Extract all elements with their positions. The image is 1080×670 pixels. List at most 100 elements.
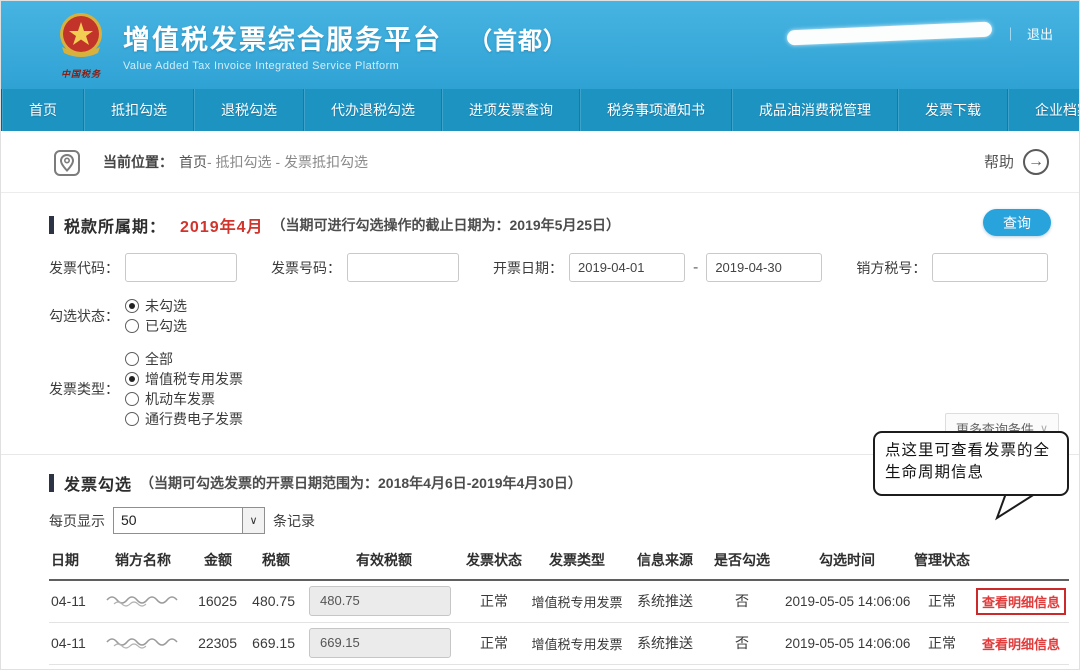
nav-item-home[interactable]: 首页 [2, 89, 84, 131]
nav-item-invoice-download[interactable]: 发票下载 [898, 89, 1008, 131]
section-bar [49, 216, 54, 234]
invoice-type-option-2[interactable]: 机动车发票 [125, 389, 243, 409]
region-label: （首都） [468, 21, 568, 56]
col-effective-tax: 有效税额 [305, 544, 463, 580]
date-to-input[interactable] [706, 253, 822, 282]
breadcrumb-home-link[interactable]: 首页 [179, 152, 207, 172]
nav-item-agency-refund-check[interactable]: 代办退税勾选 [304, 89, 442, 131]
nav-item-deduction-check[interactable]: 抵扣勾选 [84, 89, 194, 131]
col-invoice-status: 发票状态 [463, 544, 525, 580]
invoice-check-note: （当期可勾选发票的开票日期范围为：2018年4月6日-2019年4月30日） [140, 473, 582, 493]
cell-check-time: 2019-05-05 14:06:06 [783, 580, 911, 622]
cell-tax: 1169.4 [247, 664, 305, 670]
radio-unchecked-icon[interactable] [125, 412, 139, 426]
vat-invoice-platform-page: 中国税务 增值税发票综合服务平台 （首都） Value Added Tax In… [0, 0, 1080, 670]
cell-source: 系统推送 [629, 622, 701, 664]
invoice-check-title: 发票勾选 [64, 471, 132, 495]
cell-seller-masked [97, 622, 189, 664]
filter-section: 税款所属期： 2019年4月 （当期可进行勾选操作的截止日期为：2019年5月2… [1, 193, 1079, 455]
radio-unchecked-icon[interactable] [125, 352, 139, 366]
nav-item-input-invoice-query[interactable]: 进项发票查询 [442, 89, 580, 131]
invoice-type-option-1[interactable]: 增值税专用发票 [125, 369, 243, 389]
cell-amount: 16025 [189, 580, 247, 622]
tax-emblem-logo: 中国税务 [53, 11, 109, 80]
col-check-time: 勾选时间 [783, 544, 911, 580]
cell-invoice-type: 增值税专用发票 [525, 664, 629, 670]
col-tax: 税额 [247, 544, 305, 580]
masked-seller-scribble [104, 634, 182, 650]
nav-item-tax-notice[interactable]: 税务事项通知书 [580, 89, 732, 131]
nav-item-company-archive[interactable]: 企业档案信息 [1008, 89, 1080, 131]
page-size-row: 每页显示 50 ∨ 条记录 [41, 507, 1059, 534]
effective-tax-input[interactable]: 669.15 [309, 628, 451, 658]
invoice-code-label: 发票代码： [49, 258, 119, 278]
invoice-number-label: 发票号码： [271, 258, 341, 278]
main-nav: 首页 抵扣勾选 退税勾选 代办退税勾选 进项发票查询 税务事项通知书 成品油消费… [1, 89, 1079, 131]
cell-invoice-status: 正常 [463, 622, 525, 664]
date-from-input[interactable] [569, 253, 685, 282]
breadcrumb-path: - 抵扣勾选 - 发票抵扣勾选 [207, 152, 368, 172]
cell-amount: 22305 [189, 622, 247, 664]
select-dropdown-icon: ∨ [242, 508, 264, 533]
help-button[interactable]: 帮助 → [984, 149, 1049, 175]
cell-invoice-type: 增值税专用发票 [525, 580, 629, 622]
invoice-type-option-0[interactable]: 全部 [125, 349, 243, 369]
logout-button[interactable]: 退出 [1027, 24, 1053, 43]
invoice-number-input[interactable] [347, 253, 459, 282]
user-separator: ｜ [1004, 24, 1017, 43]
view-detail-link[interactable]: 查看明细信息 [982, 595, 1060, 610]
cell-invoice-status: 正常 [463, 580, 525, 622]
invoice-code-input[interactable] [125, 253, 237, 282]
cell-manage-status: 正常 [911, 580, 973, 622]
table-row: 04-11389801169.41169.4正常增值税专用发票系统推送否-正常查… [49, 664, 1069, 670]
col-actions [973, 544, 1069, 580]
col-invoice-type: 发票类型 [525, 544, 629, 580]
nav-item-refined-oil-tax[interactable]: 成品油消费税管理 [732, 89, 898, 131]
seller-tax-id-input[interactable] [932, 253, 1048, 282]
table-row: 04-1116025480.75480.75正常增值税专用发票系统推送否2019… [49, 580, 1069, 622]
invoice-type-option-label: 机动车发票 [145, 389, 215, 409]
page-size-suffix: 条记录 [273, 511, 315, 531]
col-date: 日期 [49, 544, 97, 580]
page-title: 增值税发票综合服务平台 [123, 18, 442, 57]
col-amount: 金额 [189, 544, 247, 580]
nav-item-tax-refund-check[interactable]: 退税勾选 [194, 89, 304, 131]
page-size-select[interactable]: 50 ∨ [113, 507, 265, 534]
cell-manage-status: 正常 [911, 622, 973, 664]
check-status-label: 勾选状态： [49, 306, 119, 326]
tax-period-label: 税款所属期： [64, 213, 166, 237]
invoice-type-option-3[interactable]: 通行费电子发票 [125, 409, 243, 429]
check-status-option-0[interactable]: 未勾选 [125, 296, 187, 316]
table-header-row: 日期 销方名称 金额 税额 有效税额 发票状态 发票类型 信息来源 是否勾选 勾… [49, 544, 1069, 580]
cell-invoice-status: 正常 [463, 664, 525, 670]
cell-date: 04-11 [49, 664, 97, 670]
logo-caption: 中国税务 [53, 67, 109, 80]
filter-inputs-row: 发票代码： 发票号码： 开票日期： - 销方税号： [49, 253, 1039, 282]
cell-tax: 480.75 [247, 580, 305, 622]
national-emblem-icon [56, 11, 106, 61]
radio-checked-icon[interactable] [125, 299, 139, 313]
invoice-date-label: 开票日期： [493, 258, 563, 278]
col-checked: 是否勾选 [701, 544, 783, 580]
cell-checked: 否 [701, 664, 783, 670]
section-bar [49, 474, 54, 492]
cell-checked: 否 [701, 580, 783, 622]
view-detail-link[interactable]: 查看明细信息 [982, 637, 1060, 652]
help-arrow-icon: → [1023, 149, 1049, 175]
radio-checked-icon[interactable] [125, 372, 139, 386]
effective-tax-input[interactable]: 480.75 [309, 586, 451, 616]
cell-effective-tax: 480.75 [305, 580, 463, 622]
app-header: 中国税务 增值税发票综合服务平台 （首都） Value Added Tax In… [1, 1, 1079, 89]
query-button[interactable]: 查询 [983, 209, 1051, 236]
date-range-dash: - [693, 259, 698, 277]
check-status-option-1[interactable]: 已勾选 [125, 316, 187, 336]
cell-effective-tax: 669.15 [305, 622, 463, 664]
radio-unchecked-icon[interactable] [125, 392, 139, 406]
check-status-option-label: 未勾选 [145, 296, 187, 316]
cell-checked: 否 [701, 622, 783, 664]
radio-unchecked-icon[interactable] [125, 319, 139, 333]
callout-bubble: 点这里可查看发票的全生命周期信息 [873, 431, 1069, 496]
title-block: 增值税发票综合服务平台 （首都） Value Added Tax Invoice… [123, 18, 568, 72]
cell-actions: 查看明细信息 [973, 580, 1069, 622]
col-source: 信息来源 [629, 544, 701, 580]
